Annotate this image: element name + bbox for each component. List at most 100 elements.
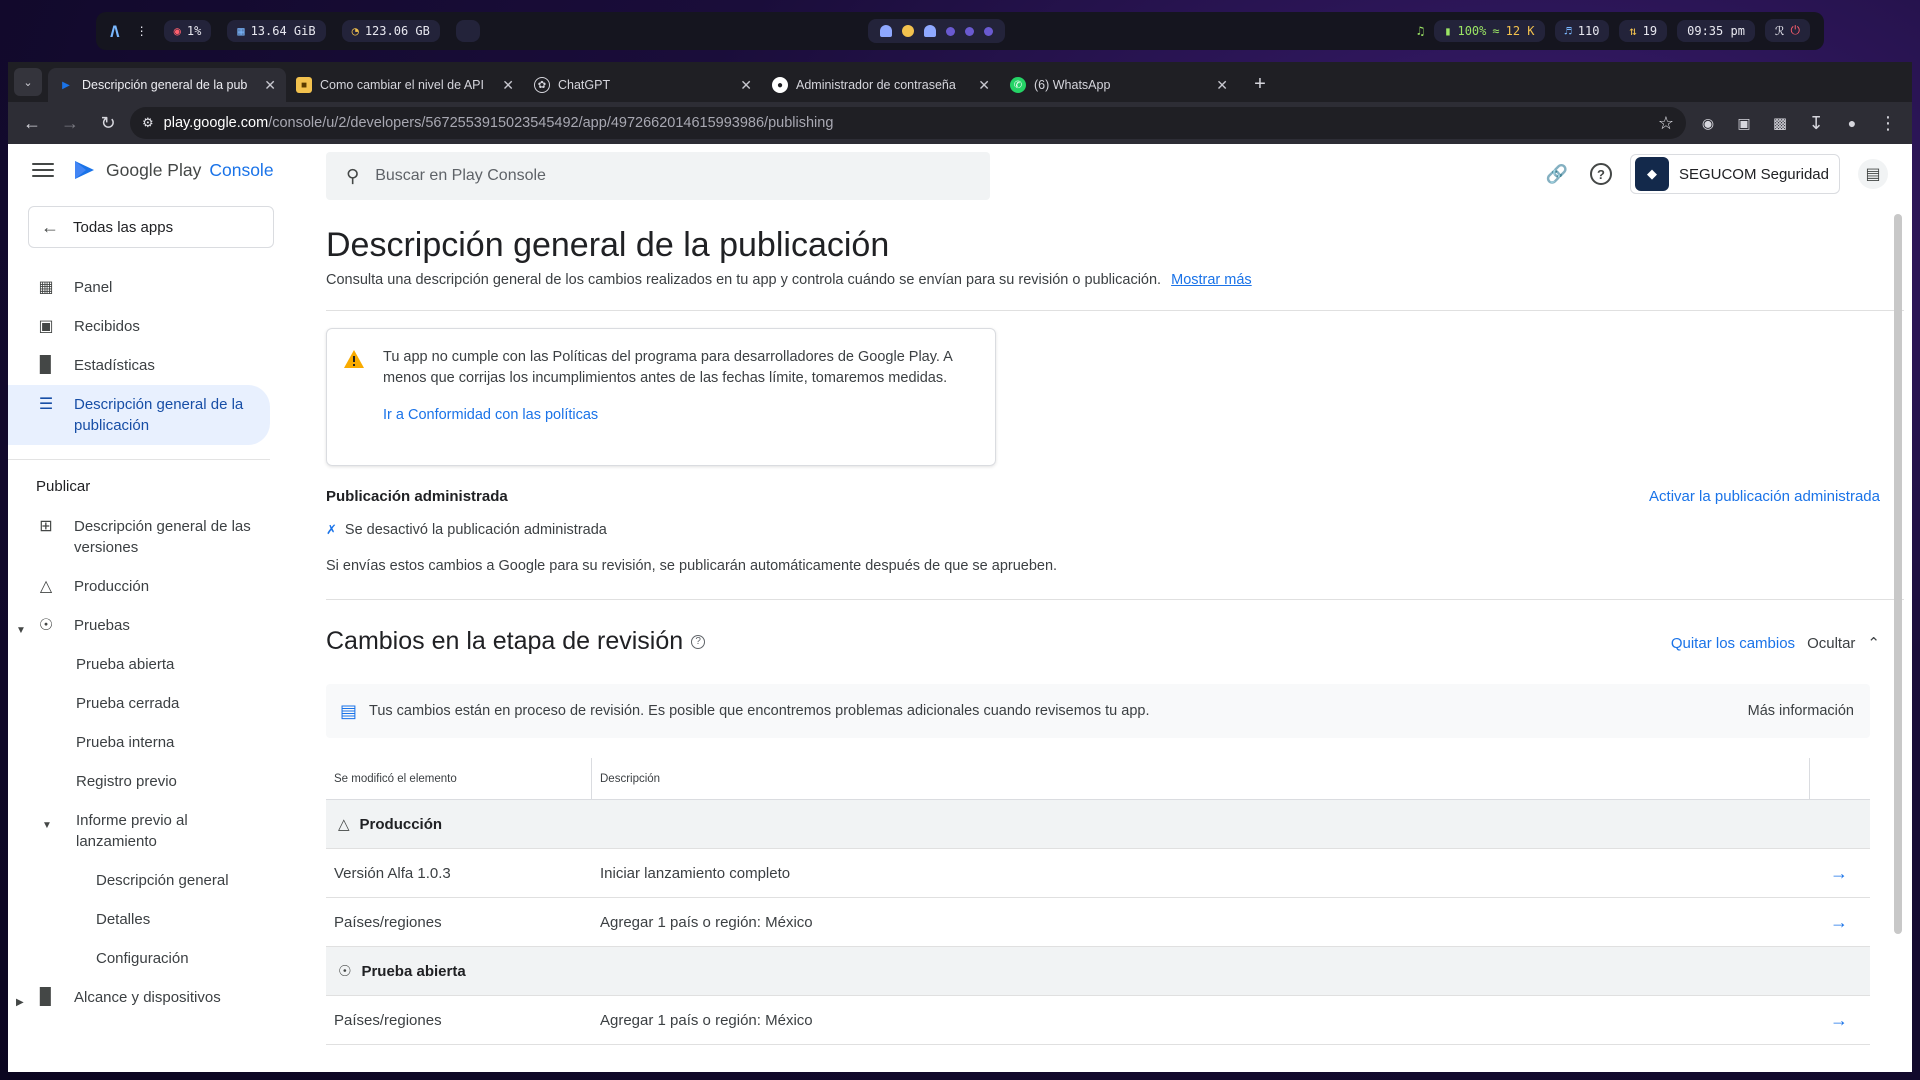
show-more-link[interactable]: Mostrar más	[1171, 272, 1252, 288]
workspace-dot[interactable]	[946, 26, 955, 36]
help-icon[interactable]: ?	[691, 634, 706, 649]
sidebar-item-production[interactable]: △ Producción	[8, 567, 280, 606]
close-icon[interactable]: ✕	[264, 77, 276, 94]
arrow-forward-icon[interactable]: →	[1810, 863, 1870, 884]
brand-google-play: Google Play	[106, 159, 202, 180]
tab-whatsapp[interactable]: ✆ (6) WhatsApp ✕	[1000, 68, 1238, 102]
caret-down-icon[interactable]: ▼	[42, 815, 52, 836]
nav-label: Producción	[74, 578, 150, 595]
table-row[interactable]: Países/regiones Agregar 1 país o región:…	[326, 898, 1870, 947]
workspace-ghost-icon[interactable]	[880, 25, 892, 37]
enable-managed-publishing-link[interactable]: Activar la publicación administrada	[1649, 488, 1880, 505]
sidebar-item-reach-devices[interactable]: ▶ ▉ Alcance y dispositivos	[8, 978, 280, 1017]
play-console-icon: ▶	[62, 79, 70, 91]
close-icon[interactable]: ✕	[1216, 77, 1228, 94]
volume-indicator[interactable]: ♬ 110	[1554, 19, 1610, 42]
download-icon[interactable]: ↧	[1800, 107, 1832, 139]
scrollbar[interactable]	[1892, 204, 1904, 1064]
table-row[interactable]: Versión Alfa 1.0.3 Iniciar lanzamiento c…	[326, 849, 1870, 898]
power-icon[interactable]: ⏻	[1791, 23, 1801, 38]
sidebar-item-internal-testing[interactable]: Prueba interna	[8, 723, 280, 762]
policy-compliance-link[interactable]: Ir a Conformidad con las políticas	[383, 405, 979, 426]
tab-chatgpt[interactable]: ✿ ChatGPT ✕	[524, 68, 762, 102]
review-info-banner: ▤ Tus cambios están en proceso de revisi…	[326, 684, 1870, 738]
sidebar-item-closed-testing[interactable]: Prueba cerrada	[8, 684, 280, 723]
sidebar-item-report-details[interactable]: Detalles	[8, 900, 280, 939]
menu-dots-icon[interactable]: ⋮	[136, 24, 148, 38]
caret-right-icon[interactable]: ▶	[16, 992, 24, 1013]
workspace-pacman-icon[interactable]	[902, 25, 914, 37]
divider	[8, 459, 270, 460]
hide-button[interactable]: Ocultar	[1807, 635, 1855, 652]
close-icon[interactable]: ✕	[740, 77, 752, 94]
close-icon[interactable]: ✕	[978, 77, 990, 94]
all-apps-button[interactable]: ← Todas las apps	[28, 206, 274, 248]
sidebar-item-report-overview[interactable]: Descripción general	[8, 861, 280, 900]
bluetooth-icon[interactable]: ℛ	[1775, 24, 1785, 38]
music-icon[interactable]: ♫	[1417, 24, 1424, 38]
arrow-forward-icon[interactable]: →	[1810, 1010, 1870, 1031]
row-description: Agregar 1 país o región: México	[600, 913, 813, 931]
extension-icon[interactable]: ◉	[1692, 107, 1724, 139]
scrollbar-thumb[interactable]	[1894, 214, 1902, 934]
sidebar-item-report-settings[interactable]: Configuración	[8, 939, 280, 978]
updates-indicator[interactable]: ⇅ 19	[1619, 19, 1668, 42]
workspace-dot[interactable]	[965, 26, 974, 36]
sidebar-item-statistics[interactable]: ▉ Estadísticas	[8, 346, 280, 385]
menu-icon[interactable]	[32, 163, 54, 177]
tab-play-console[interactable]: ▶ Descripción general de la pub ✕	[48, 68, 286, 102]
sidebar-item-pre-registration[interactable]: Registro previo	[8, 762, 280, 801]
back-button[interactable]: ←	[16, 107, 48, 139]
reload-button[interactable]: ↻	[92, 107, 124, 139]
extensions-puzzle-icon[interactable]: ▩	[1764, 107, 1796, 139]
reach-chart-icon: ▉	[39, 988, 53, 1006]
row-item: Países/regiones	[334, 1011, 442, 1029]
tray[interactable]: ℛ ⏻	[1764, 19, 1810, 42]
sidebar-item-testing[interactable]: ▼ ☉ Pruebas	[8, 606, 280, 645]
remove-changes-button[interactable]: Quitar los cambios	[1671, 635, 1795, 652]
site-info-icon[interactable]: ⚙	[142, 115, 154, 131]
workspaces[interactable]	[868, 19, 1005, 43]
memory-indicator: ▦ 13.64 GiB	[227, 20, 326, 42]
tab-password-manager[interactable]: ● Administrador de contraseña ✕	[762, 68, 1000, 102]
tab-api-level[interactable]: ■ Como cambiar el nivel de API ✕	[286, 68, 524, 102]
section-heading-publish: Publicar	[36, 478, 91, 495]
new-tab-button[interactable]: +	[1246, 73, 1274, 96]
sidebar-item-open-testing[interactable]: Prueba abierta	[8, 645, 280, 684]
divider	[326, 599, 1904, 600]
browser-menu-icon[interactable]: ⋮	[1872, 107, 1904, 139]
sidebar-item-panel[interactable]: ▦ Panel	[8, 268, 280, 307]
search-icon: ⚲	[346, 165, 360, 186]
sidebar-item-publishing-overview[interactable]: ☰ Descripción general de la publicación	[8, 385, 270, 445]
sidebar-item-inbox[interactable]: ▣ Recibidos	[8, 307, 280, 346]
table-row[interactable]: Países/regiones Agregar 1 país o región:…	[326, 996, 1870, 1045]
link-icon[interactable]: 🔗	[1542, 159, 1572, 189]
bookmark-star-icon[interactable]: ☆	[1658, 113, 1674, 134]
search-input[interactable]: ⚲ Buscar en Play Console	[326, 152, 990, 200]
notifications-icon[interactable]: ▤	[1858, 159, 1888, 189]
forward-button[interactable]: →	[54, 107, 86, 139]
address-bar[interactable]: ⚙ play.google.com/console/u/2/developers…	[130, 107, 1686, 139]
empty-indicator	[455, 20, 480, 42]
chevron-up-icon[interactable]: ⌃	[1867, 634, 1880, 652]
sidebar-item-releases-overview[interactable]: ⊞ Descripción general de las versiones	[8, 507, 280, 567]
tab-search-button[interactable]: ⌄	[14, 68, 42, 96]
caret-down-icon[interactable]: ▼	[16, 620, 26, 641]
arrow-forward-icon[interactable]: →	[1810, 912, 1870, 933]
more-info-link[interactable]: Más información	[1748, 703, 1854, 719]
close-icon[interactable]: ✕	[502, 77, 514, 94]
extension-icon[interactable]: ▣	[1728, 107, 1760, 139]
sidebar-item-pre-launch-report[interactable]: ▼ Informe previo al lanzamiento	[8, 801, 280, 861]
tab-strip: ⌄ ▶ Descripción general de la pub ✕ ■ Co…	[8, 62, 1912, 102]
launcher-icon[interactable]: Λ	[110, 22, 120, 41]
help-icon[interactable]: ?	[1589, 163, 1612, 185]
managed-publishing-status: ✗ Se desactivó la publicación administra…	[326, 522, 607, 538]
play-console-logo[interactable]: Google Play Console	[72, 157, 274, 183]
review-info-text: Tus cambios están en proceso de revisión…	[369, 703, 1150, 719]
doc-icon: ■	[296, 77, 312, 93]
account-switcher[interactable]: ◆ SEGUCOM Seguridad	[1629, 154, 1840, 194]
workspace-ghost-icon[interactable]	[924, 25, 936, 37]
workspace-dot[interactable]	[984, 26, 993, 36]
memory-value: 13.64 GiB	[250, 24, 316, 38]
profile-avatar[interactable]: ●	[1836, 107, 1868, 139]
